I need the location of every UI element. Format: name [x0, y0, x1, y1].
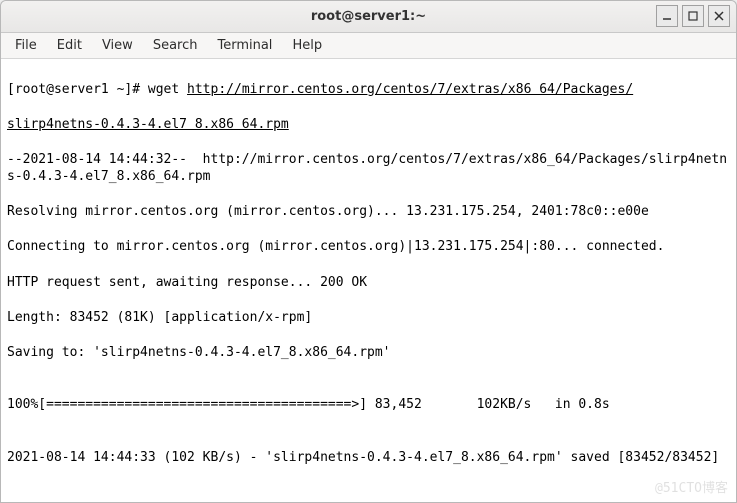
- titlebar: root@server1:~: [1, 1, 736, 33]
- menu-edit[interactable]: Edit: [47, 35, 92, 56]
- watermark-text: @51CTO博客: [655, 480, 728, 498]
- maximize-button[interactable]: [682, 5, 704, 27]
- menu-terminal[interactable]: Terminal: [207, 35, 282, 56]
- url-text: http://mirror.centos.org/centos/7/extras…: [187, 82, 633, 97]
- menu-view[interactable]: View: [92, 35, 143, 56]
- terminal-output[interactable]: [root@server1 ~]# wget http://mirror.cen…: [1, 59, 736, 502]
- terminal-line: Length: 83452 (81K) [application/x-rpm]: [7, 309, 730, 327]
- minimize-icon: [662, 11, 672, 21]
- shell-prompt: [root@server1 ~]#: [7, 82, 148, 97]
- terminal-window: root@server1:~ File Edit View Search Ter…: [0, 0, 737, 503]
- cmd-text: wget: [148, 82, 187, 97]
- menubar: File Edit View Search Terminal Help: [1, 33, 736, 59]
- menu-help[interactable]: Help: [282, 35, 332, 56]
- terminal-line: Connecting to mirror.centos.org (mirror.…: [7, 238, 730, 256]
- maximize-icon: [688, 11, 698, 21]
- url-text: slirp4netns-0.4.3-4.el7 8.x86 64.rpm: [7, 116, 730, 134]
- terminal-line: Resolving mirror.centos.org (mirror.cent…: [7, 203, 730, 221]
- close-button[interactable]: [708, 5, 730, 27]
- terminal-line: [root@server1 ~]# wget http://mirror.cen…: [7, 81, 730, 99]
- terminal-line: 2021-08-14 14:44:33 (102 KB/s) - 'slirp4…: [7, 449, 730, 467]
- terminal-line: Saving to: 'slirp4netns-0.4.3-4.el7_8.x8…: [7, 344, 730, 362]
- progress-bar-line: 100%[===================================…: [7, 396, 730, 414]
- window-title: root@server1:~: [311, 9, 426, 24]
- minimize-button[interactable]: [656, 5, 678, 27]
- titlebar-controls: [656, 5, 730, 27]
- close-icon: [714, 11, 724, 21]
- terminal-line: HTTP request sent, awaiting response... …: [7, 274, 730, 292]
- menu-search[interactable]: Search: [143, 35, 208, 56]
- terminal-line: --2021-08-14 14:44:32-- http://mirror.ce…: [7, 151, 730, 186]
- menu-file[interactable]: File: [5, 35, 47, 56]
